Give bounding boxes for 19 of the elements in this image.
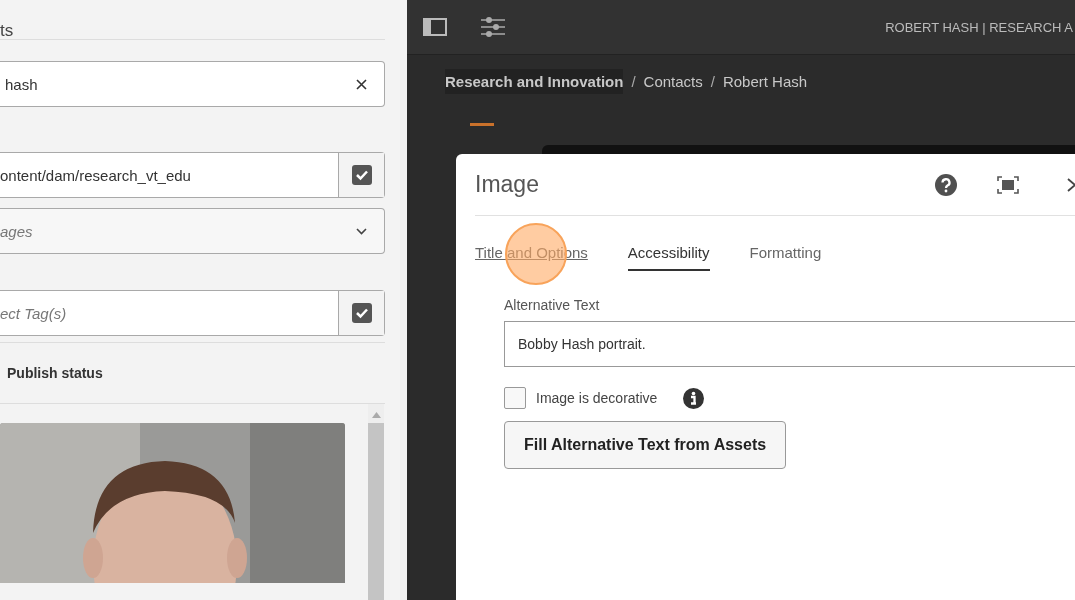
checkbox-label: Image is decorative: [536, 390, 658, 406]
panel-heading: ts: [0, 0, 385, 40]
breadcrumb-link[interactable]: Contacts: [643, 69, 703, 94]
type-dropdown[interactable]: ages: [0, 208, 385, 254]
breadcrumb-separator: /: [631, 73, 636, 90]
breadcrumb-separator: /: [710, 73, 715, 90]
field-label: Alternative Text: [504, 297, 601, 313]
dialog-title: Image: [475, 171, 539, 198]
alt-text-field[interactable]: Bobby Hash portrait.: [504, 321, 1075, 367]
path-field[interactable]: ontent/dam/research_vt_edu: [0, 152, 385, 198]
search-field[interactable]: hash: [0, 61, 385, 107]
breadcrumb-link[interactable]: Research and Innovation: [445, 69, 624, 94]
tab[interactable]: Accessibility: [627, 244, 710, 271]
page-title: ROBERT HASH | RESEARCH A: [885, 19, 1073, 35]
tab[interactable]: Formatting: [749, 244, 822, 271]
fill-alt-text-button[interactable]: Fill Alternative Text from Assets: [504, 421, 787, 469]
publish-status-label: Publish status: [6, 365, 103, 381]
tags-field[interactable]: ect Tag(s): [0, 290, 385, 336]
breadcrumb-link[interactable]: Robert Hash: [722, 69, 808, 94]
